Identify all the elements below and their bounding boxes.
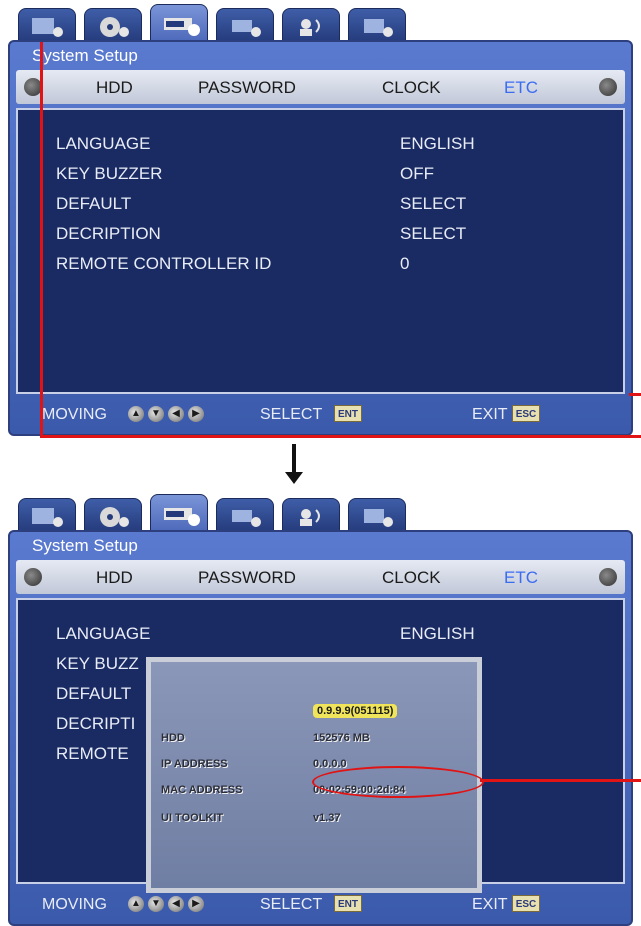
annotation-frame [40, 42, 641, 438]
camera-gear-icon [232, 510, 261, 527]
moving-label: MOVING [42, 896, 107, 913]
panel-title: System Setup [32, 536, 138, 555]
tab-device[interactable] [348, 498, 406, 534]
up-arrow-icon[interactable]: ▲ [128, 896, 144, 912]
case-gear-icon [364, 509, 393, 527]
disc-gear-icon [100, 507, 129, 527]
tab-network[interactable] [282, 498, 340, 534]
tab-camera[interactable] [216, 498, 274, 534]
setting-decription-label: DECRIPTI [56, 714, 136, 733]
tab-system[interactable] [150, 494, 208, 534]
tab-record[interactable] [84, 498, 142, 534]
left-arrow-icon[interactable] [24, 568, 42, 586]
case-gear-icon [364, 19, 393, 37]
ui-toolkit-label: UI TOOLKIT [161, 812, 224, 824]
tab-system[interactable] [150, 4, 208, 44]
left-arrow-icon[interactable]: ◀ [168, 896, 184, 912]
setting-language-label: LANGUAGE [56, 624, 151, 643]
user-network-icon [300, 509, 320, 526]
tab-record[interactable] [84, 8, 142, 44]
ip-address-value: 0.0.0.0 [313, 758, 347, 770]
firmware-version: 0.9.9.9(051115) [313, 704, 398, 718]
menu-clock[interactable]: CLOCK [382, 568, 441, 588]
disc-gear-icon [100, 17, 129, 37]
tab-camera[interactable] [216, 8, 274, 44]
tab-display[interactable] [18, 8, 76, 44]
setting-buzzer-label: KEY BUZZ [56, 654, 139, 673]
hdd-label: HDD [161, 732, 185, 744]
enter-key[interactable]: ENT [334, 895, 362, 912]
user-network-icon [300, 19, 320, 36]
hdd-value: 152576 MB [313, 732, 370, 744]
menu-password[interactable]: PASSWORD [198, 568, 296, 588]
setting-remote-label: REMOTE [56, 744, 129, 763]
select-label: SELECT [260, 896, 323, 913]
down-arrow-icon[interactable]: ▼ [148, 896, 164, 912]
annotation-line [629, 393, 641, 396]
tab-network[interactable] [282, 8, 340, 44]
setting-default-label: DEFAULT [56, 684, 132, 703]
monitor-gear-icon [32, 18, 63, 37]
setting-language-value[interactable]: ENGLISH [400, 624, 475, 644]
menu-bar: HDD PASSWORD CLOCK ETC [16, 560, 625, 594]
menu-hdd[interactable]: HDD [96, 568, 133, 588]
hdd-gear-icon [164, 508, 200, 526]
down-arrow-icon [285, 444, 303, 484]
annotation-line [480, 779, 641, 782]
right-arrow-icon[interactable] [599, 568, 617, 586]
esc-key[interactable]: ESC [512, 895, 540, 912]
camera-gear-icon [232, 20, 261, 37]
ip-address-label: IP ADDRESS [161, 758, 228, 770]
exit-label: EXIT [472, 896, 508, 913]
footer-bar: MOVING ▲ ▼ ◀ ▶ SELECT ENT EXIT ESC [16, 890, 625, 920]
mac-highlight-ellipse [312, 766, 484, 798]
mac-address-label: MAC ADDRESS [161, 784, 243, 796]
system-setup-panel: System Setup HDD PASSWORD CLOCK ETC LANG… [8, 40, 641, 438]
dvr-setup-screen-1: System Setup HDD PASSWORD CLOCK ETC LANG… [8, 0, 641, 438]
ui-toolkit-value: v1.37 [313, 812, 341, 824]
hdd-gear-icon [164, 18, 200, 36]
tab-display[interactable] [18, 498, 76, 534]
right-arrow-icon[interactable]: ▶ [188, 896, 204, 912]
menu-etc[interactable]: ETC [504, 568, 538, 588]
tab-device[interactable] [348, 8, 406, 44]
monitor-gear-icon [32, 508, 63, 527]
